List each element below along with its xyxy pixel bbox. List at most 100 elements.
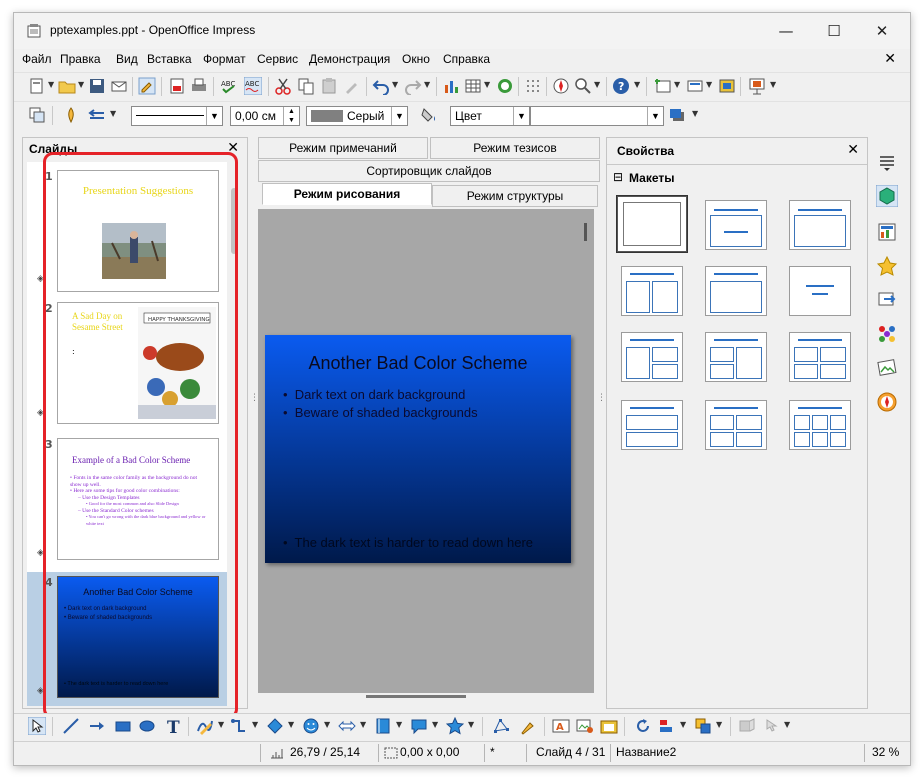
rectangle-tool-icon[interactable] (114, 717, 132, 735)
fill-value-select[interactable]: ▼ (530, 106, 664, 126)
from-file-icon[interactable] (576, 717, 594, 735)
callouts-dropdown-icon[interactable]: ▼ (432, 720, 438, 729)
menu-window[interactable]: Окно (402, 52, 430, 66)
area-fill-icon[interactable] (420, 106, 438, 124)
line-style-select[interactable]: ▼ (131, 106, 223, 126)
chevron-down-icon[interactable]: ▼ (206, 107, 222, 125)
chevron-down-icon[interactable]: ▼ (391, 107, 407, 125)
menu-edit[interactable]: Правка (60, 52, 101, 66)
toolbar-overflow-icon[interactable]: ▼ (692, 109, 698, 118)
arrow-dropdown-icon[interactable]: ▼ (110, 109, 116, 118)
menu-view[interactable]: Вид (116, 52, 138, 66)
slide-thumbnail-2[interactable]: A Sad Day on Sesame Street : HAPPY THANK… (57, 302, 219, 424)
rotate-icon[interactable] (634, 717, 652, 735)
layout-centered-text[interactable] (789, 266, 851, 316)
save-icon[interactable] (88, 77, 106, 95)
curve-dropdown-icon[interactable]: ▼ (218, 720, 224, 729)
close-properties-panel-button[interactable]: ✕ (847, 142, 859, 158)
slide-thumbnail-3[interactable]: Example of a Bad Color Scheme • Fonts in… (57, 438, 219, 560)
styles-icon[interactable] (876, 323, 898, 345)
horizontal-scrollbar-thumb[interactable] (366, 695, 466, 698)
toolbar-overflow-icon[interactable]: ▼ (634, 80, 640, 89)
layout-title-two-cols[interactable] (705, 400, 767, 450)
new-dropdown-icon[interactable]: ▼ (48, 80, 54, 89)
arrow-tool-icon[interactable] (88, 717, 106, 735)
toolbar-overflow-icon[interactable]: ▼ (784, 720, 790, 729)
vertical-scrollbar-thumb[interactable] (584, 223, 587, 241)
spin-stepper-icon[interactable]: ▲ ▼ (283, 107, 299, 125)
sidebar-menu-icon[interactable] (876, 151, 898, 173)
zoom-icon[interactable] (574, 77, 592, 95)
navigator-icon[interactable] (876, 391, 898, 413)
close-window-button[interactable]: ✕ (862, 19, 902, 43)
maximize-button[interactable]: ☐ (814, 19, 854, 43)
email-icon[interactable] (110, 77, 128, 95)
paste-icon[interactable] (320, 77, 338, 95)
connector-tool-icon[interactable] (230, 717, 248, 735)
slide-bullet[interactable]: • Beware of shaded backgrounds (283, 405, 478, 420)
line-color-select[interactable]: Серый ▼ (306, 106, 408, 126)
auto-spellcheck-icon[interactable]: ABC (244, 77, 262, 95)
edit-mode-icon[interactable] (138, 77, 156, 95)
open-dropdown-icon[interactable]: ▼ (78, 80, 84, 89)
arrow-style-icon[interactable] (88, 106, 106, 124)
tab-outline[interactable]: Режим структуры (432, 185, 598, 207)
menu-help[interactable]: Справка (443, 52, 490, 66)
zoom-level[interactable]: 32 % (872, 745, 899, 759)
line-icon[interactable] (62, 106, 80, 124)
block-arrows-icon[interactable] (338, 717, 356, 735)
layout-title-three-rows[interactable] (621, 400, 683, 450)
help-icon[interactable]: ? (612, 77, 630, 95)
menu-tools[interactable]: Сервис (257, 52, 298, 66)
undo-dropdown-icon[interactable]: ▼ (392, 80, 398, 89)
text-tool-icon[interactable]: T (164, 717, 182, 735)
table-icon[interactable] (464, 77, 482, 95)
layout-blank[interactable] (616, 195, 688, 253)
stars-dropdown-icon[interactable]: ▼ (468, 720, 474, 729)
align-icon[interactable] (658, 717, 676, 735)
chevron-down-icon[interactable]: ▼ (647, 107, 663, 125)
layout-title-only[interactable] (789, 200, 851, 250)
connector-dropdown-icon[interactable]: ▼ (252, 720, 258, 729)
arrows-dropdown-icon[interactable]: ▼ (360, 720, 366, 729)
tab-slide-sorter[interactable]: Сортировщик слайдов (258, 160, 600, 182)
zoom-dropdown-icon[interactable]: ▼ (594, 80, 600, 89)
layout-title-four[interactable] (789, 332, 851, 382)
collapse-icon[interactable]: ⊟ (613, 170, 623, 184)
chart-icon[interactable] (442, 77, 460, 95)
copy-icon[interactable] (297, 77, 315, 95)
layout-title-content-two[interactable] (705, 332, 767, 382)
layout-title-six[interactable] (789, 400, 851, 450)
slide-layout-icon[interactable] (686, 77, 704, 95)
slide-footer-text[interactable]: • The dark text is harder to read down h… (283, 535, 533, 550)
arrange-icon[interactable] (694, 717, 712, 735)
cut-icon[interactable] (274, 77, 292, 95)
table-dropdown-icon[interactable]: ▼ (484, 80, 490, 89)
fontwork-gallery-icon[interactable]: A (552, 717, 570, 735)
flowchart-dropdown-icon[interactable]: ▼ (396, 720, 402, 729)
export-pdf-icon[interactable] (168, 77, 186, 95)
slides-scrollbar-thumb[interactable] (231, 188, 237, 254)
redo-icon[interactable] (404, 77, 422, 95)
slide-bullet[interactable]: • Dark text on dark background (283, 387, 465, 402)
slide-design-icon[interactable] (718, 77, 736, 95)
callouts-icon[interactable] (410, 717, 428, 735)
select-pointer-icon[interactable] (28, 717, 46, 735)
grid-icon[interactable] (524, 77, 542, 95)
layout-two-content[interactable] (621, 266, 683, 316)
properties-icon[interactable] (876, 185, 898, 207)
spellcheck-icon[interactable]: ABC (220, 77, 238, 95)
slide-thumbnail-1[interactable]: Presentation Suggestions (57, 170, 219, 292)
slide-title[interactable]: Another Bad Color Scheme (265, 353, 571, 374)
basic-shapes-icon[interactable] (266, 717, 284, 735)
open-folder-icon[interactable] (58, 77, 76, 95)
slideshow-dropdown-icon[interactable]: ▼ (770, 80, 776, 89)
symbol-shapes-icon[interactable] (302, 717, 320, 735)
chevron-down-icon[interactable]: ▼ (513, 107, 529, 125)
menu-file[interactable]: Файл (22, 52, 52, 66)
close-document-button[interactable]: ✕ (884, 51, 896, 67)
new-slide-icon[interactable] (654, 77, 672, 95)
gallery-icon[interactable] (876, 357, 898, 379)
stars-icon[interactable] (446, 717, 464, 735)
collapse-left-splitter[interactable]: ⋮ (250, 393, 259, 433)
